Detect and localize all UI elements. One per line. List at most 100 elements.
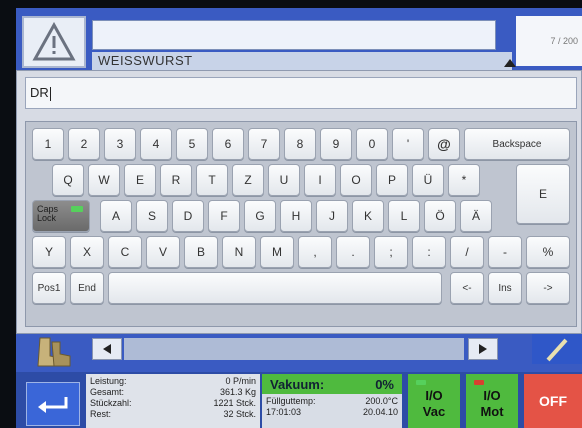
right-arrow-icon: [479, 344, 487, 354]
key-space[interactable]: [108, 272, 442, 304]
text-input[interactable]: DR: [25, 77, 577, 109]
key-3[interactable]: 3: [104, 128, 136, 160]
io-vac-top-label: I/O: [425, 388, 443, 403]
key-backspace[interactable]: Backspace: [464, 128, 570, 160]
key-i[interactable]: I: [304, 164, 336, 196]
key-p[interactable]: P: [376, 164, 408, 196]
key-ins[interactable]: Ins: [488, 272, 522, 304]
up-arrow-icon: [504, 59, 516, 67]
key-4[interactable]: 4: [140, 128, 172, 160]
warning-icon: [32, 22, 76, 61]
production-stats: Leistung: 0 P/min Gesamt: 361.3 Kg Stückza…: [86, 374, 260, 428]
key-d[interactable]: D: [172, 200, 204, 232]
key-ue[interactable]: Ü: [412, 164, 444, 196]
key-ae[interactable]: Ä: [460, 200, 492, 232]
key-h[interactable]: H: [280, 200, 312, 232]
scroll-right-button[interactable]: [468, 338, 498, 360]
io-mot-button[interactable]: I/O Mot: [466, 374, 518, 428]
back-arrow-icon: [38, 397, 68, 413]
key-asterisk[interactable]: *: [448, 164, 480, 196]
fill-temp-value: 200.0°C: [365, 396, 398, 406]
key-arrow-right[interactable]: ->: [526, 272, 570, 304]
back-button[interactable]: [26, 382, 80, 426]
key-m[interactable]: M: [260, 236, 294, 268]
key-end[interactable]: End: [70, 272, 104, 304]
stat-label: Leistung:: [90, 376, 127, 386]
boots-button[interactable]: [34, 336, 74, 368]
title-field: [92, 20, 496, 50]
key-r[interactable]: R: [160, 164, 192, 196]
key-0[interactable]: 0: [356, 128, 388, 160]
vacuum-details: Füllguttemp: 200.0°C 17:01:03 20.04.10: [262, 396, 402, 418]
key-percent[interactable]: %: [526, 236, 570, 268]
scroll-left-button[interactable]: [92, 338, 122, 360]
key-u[interactable]: U: [268, 164, 300, 196]
time-display: 17:01:03: [266, 407, 302, 417]
record-counter: 7 / 200: [516, 16, 582, 66]
input-value: DR: [30, 85, 49, 100]
warning-button[interactable]: [22, 16, 86, 68]
key-v[interactable]: V: [146, 236, 180, 268]
key-at[interactable]: @: [428, 128, 460, 160]
key-b[interactable]: B: [184, 236, 218, 268]
stat-value: 32 Stck.: [223, 409, 256, 419]
stat-value: 1221 Stck.: [213, 398, 256, 408]
key-o[interactable]: O: [340, 164, 372, 196]
io-vac-button[interactable]: I/O Vac: [408, 374, 460, 428]
key-enter[interactable]: E: [516, 164, 570, 224]
key-semicolon[interactable]: ;: [374, 236, 408, 268]
product-name-label: WEISSWURST: [92, 52, 512, 70]
key-comma[interactable]: ,: [298, 236, 332, 268]
off-button[interactable]: OFF: [524, 374, 582, 428]
key-j[interactable]: J: [316, 200, 348, 232]
io-mot-bottom-label: Mot: [480, 404, 504, 419]
boots-icon: [37, 337, 71, 367]
key-6[interactable]: 6: [212, 128, 244, 160]
vacuum-label: Vakuum:: [270, 376, 325, 392]
key-x[interactable]: X: [70, 236, 104, 268]
key-e[interactable]: E: [124, 164, 156, 196]
date-display: 20.04.10: [362, 407, 398, 417]
left-arrow-icon: [103, 344, 111, 354]
key-z[interactable]: Z: [232, 164, 264, 196]
key-apostrophe[interactable]: ': [392, 128, 424, 160]
vacuum-value: 0%: [375, 376, 394, 392]
key-9[interactable]: 9: [320, 128, 352, 160]
key-1[interactable]: 1: [32, 128, 64, 160]
key-l[interactable]: L: [388, 200, 420, 232]
key-f[interactable]: F: [208, 200, 240, 232]
stat-row-rest: Rest: 32 Stck.: [90, 409, 256, 420]
key-oe[interactable]: Ö: [424, 200, 456, 232]
key-slash[interactable]: /: [450, 236, 484, 268]
key-7[interactable]: 7: [248, 128, 280, 160]
horizontal-scrollbar[interactable]: [124, 338, 464, 360]
key-5[interactable]: 5: [176, 128, 208, 160]
key-caps-lock[interactable]: Caps Lock: [32, 200, 90, 232]
key-c[interactable]: C: [108, 236, 142, 268]
key-w[interactable]: W: [88, 164, 120, 196]
key-s[interactable]: S: [136, 200, 168, 232]
key-k[interactable]: K: [352, 200, 384, 232]
key-2[interactable]: 2: [68, 128, 100, 160]
key-colon[interactable]: :: [412, 236, 446, 268]
stat-row-stueckzahl: Stückzahl: 1221 Stck.: [90, 398, 256, 409]
key-pos1[interactable]: Pos1: [32, 272, 66, 304]
key-y[interactable]: Y: [32, 236, 66, 268]
io-vac-bottom-label: Vac: [422, 404, 446, 419]
edit-button[interactable]: [532, 334, 582, 364]
key-q[interactable]: Q: [52, 164, 84, 196]
key-arrow-left[interactable]: <-: [450, 272, 484, 304]
stat-label: Gesamt:: [90, 387, 125, 397]
machine-screen: WEISSWURST 7 / 200 DR 1 2 3 4 5 6 7 8 9 …: [16, 8, 582, 428]
key-g[interactable]: G: [244, 200, 276, 232]
io-vac-indicator: [416, 380, 426, 385]
on-screen-keyboard: 1 2 3 4 5 6 7 8 9 0 ' @ Backspace Q W E …: [25, 121, 577, 327]
key-t[interactable]: T: [196, 164, 228, 196]
key-a[interactable]: A: [100, 200, 132, 232]
key-period[interactable]: .: [336, 236, 370, 268]
key-n[interactable]: N: [222, 236, 256, 268]
key-minus[interactable]: -: [488, 236, 522, 268]
key-8[interactable]: 8: [284, 128, 316, 160]
caps-lock-indicator: [71, 206, 83, 212]
stat-label: Rest:: [90, 409, 112, 419]
